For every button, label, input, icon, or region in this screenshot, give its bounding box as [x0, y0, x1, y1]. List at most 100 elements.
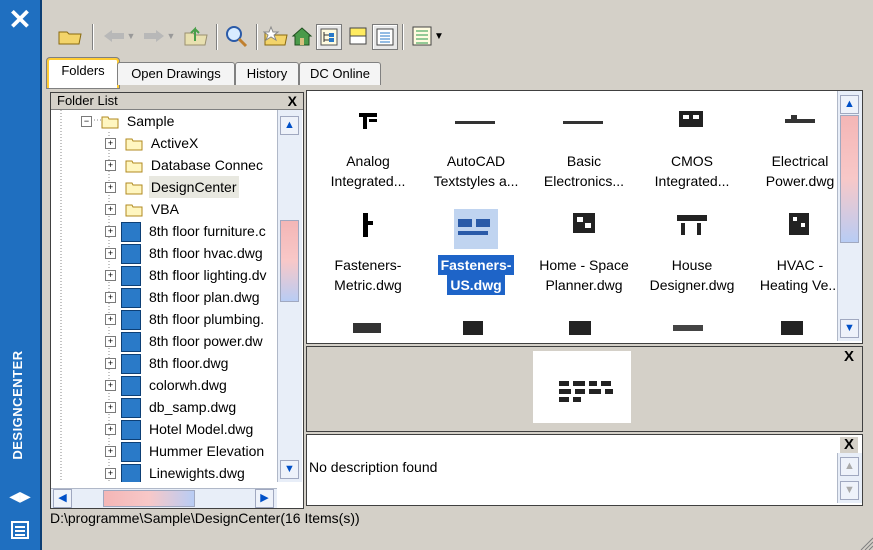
scroll-left-icon[interactable]: ◀ [53, 489, 72, 508]
expand-icon[interactable]: + [105, 424, 116, 435]
tree-view-toggle-icon[interactable] [316, 24, 342, 50]
tree-horizontal-scrollbar[interactable]: ◀ ▶ [51, 488, 277, 508]
drawing-thumbnail [441, 105, 511, 145]
tab-dc-online[interactable]: DC Online [299, 62, 381, 85]
palette-item[interactable]: Fasteners- Metric.dwg [313, 209, 423, 295]
favorites-icon[interactable] [262, 22, 290, 50]
drawing-thumbnail [549, 105, 619, 145]
tab-open-drawings[interactable]: Open Drawings [117, 62, 235, 85]
properties-menu-icon[interactable] [10, 520, 30, 540]
scroll-thumb[interactable] [280, 220, 299, 302]
expand-icon[interactable]: + [105, 292, 116, 303]
expand-icon[interactable]: + [105, 204, 116, 215]
drawing-file-icon [121, 288, 141, 309]
tree-node-designcenter[interactable]: + DesignCenter [105, 176, 239, 198]
scroll-right-icon[interactable]: ▶ [255, 489, 274, 508]
tab-folders[interactable]: Folders [47, 58, 119, 88]
palette-item-selected[interactable]: Fasteners- US.dwg [421, 209, 531, 295]
folder-tree: − Sample + ActiveX + Database Connec + D… [51, 110, 277, 482]
description-close-button[interactable]: X [840, 437, 858, 453]
expand-icon[interactable]: + [105, 380, 116, 391]
drawing-thumbnail [765, 105, 835, 145]
tree-node-dwg[interactable]: +8th floor hvac.dwg [105, 242, 265, 265]
description-toggle-icon[interactable] [372, 24, 398, 50]
drawing-file-icon [121, 244, 141, 265]
tree-node-dwg[interactable]: +8th floor plumbing. [105, 308, 266, 331]
expand-icon[interactable]: + [105, 336, 116, 347]
home-icon[interactable] [288, 22, 316, 50]
drawing-file-icon [121, 354, 141, 375]
tree-node-sample[interactable]: − Sample [81, 110, 176, 132]
preview-toggle-icon[interactable] [344, 22, 372, 50]
tree-node-dwg[interactable]: + db_samp.dwg [105, 396, 238, 419]
palette-item[interactable]: Analog Integrated... [313, 105, 423, 191]
drawing-thumbnail [765, 209, 835, 249]
folder-icon [125, 182, 143, 195]
expand-icon[interactable]: + [105, 468, 116, 479]
expand-icon[interactable]: + [105, 402, 116, 413]
forward-dropdown-icon[interactable]: ▼ [164, 22, 178, 50]
up-folder-icon[interactable] [182, 22, 210, 50]
tree-node-dwg[interactable]: + Hotel Model.dwg [105, 418, 255, 441]
folder-icon [125, 138, 143, 151]
tree-node-vba[interactable]: + VBA [105, 198, 181, 220]
tree-node-dwg[interactable]: +8th floor plan.dwg [105, 286, 262, 309]
palette-item[interactable]: AutoCAD Textstyles a... [421, 105, 531, 191]
tree-node-dwg[interactable]: +8th floor furniture.c [105, 220, 268, 243]
preview-close-button[interactable]: X [840, 349, 858, 365]
content-palette: Analog Integrated... AutoCAD Textstyles a.… [306, 90, 863, 344]
drawing-file-icon [121, 464, 141, 482]
description-scrollbar[interactable]: ▲ ▼ [837, 453, 862, 503]
collapse-icon[interactable]: − [81, 116, 92, 127]
tree-node-dwg[interactable]: +8th floor.dwg [105, 352, 230, 375]
description-pane: X No description found ▲ ▼ [306, 434, 863, 506]
scroll-up-icon[interactable]: ▲ [840, 457, 859, 476]
tree-node-activex[interactable]: + ActiveX [105, 132, 200, 154]
folder-list-close-button[interactable]: X [288, 93, 297, 109]
scroll-thumb-horizontal[interactable] [103, 490, 195, 507]
scroll-down-icon[interactable]: ▼ [840, 481, 859, 500]
drawing-thumbnail [657, 105, 727, 145]
scroll-thumb[interactable] [840, 115, 859, 243]
scroll-down-icon[interactable]: ▼ [840, 319, 859, 338]
scroll-up-icon[interactable]: ▲ [840, 95, 859, 114]
palette-item[interactable]: Basic Electronics... [529, 105, 639, 191]
scroll-up-icon[interactable]: ▲ [280, 116, 299, 135]
expand-icon[interactable]: + [105, 226, 116, 237]
palette-vertical-scrollbar[interactable]: ▲ ▼ [837, 91, 862, 341]
autohide-arrows-icon[interactable]: ◀▶ [8, 488, 32, 504]
tree-node-dwg[interactable]: + colorwh.dwg [105, 374, 229, 397]
expand-icon[interactable]: + [105, 138, 116, 149]
preview-image [533, 351, 631, 423]
views-dropdown-icon[interactable]: ▼ [432, 22, 446, 50]
expand-icon[interactable]: + [105, 314, 116, 325]
tree-node-database-connec[interactable]: + Database Connec [105, 154, 265, 176]
search-icon[interactable] [222, 22, 250, 50]
load-folder-icon[interactable] [56, 22, 84, 50]
expand-icon[interactable]: + [105, 270, 116, 281]
expand-icon[interactable]: + [105, 160, 116, 171]
resize-grip-icon[interactable] [859, 536, 873, 550]
tree-vertical-scrollbar[interactable]: ▲ ▼ [277, 110, 302, 482]
designcenter-sidebar: ✕ DESIGNCENTER ◀▶ [0, 0, 42, 550]
expand-icon[interactable]: + [105, 182, 116, 193]
expand-icon[interactable]: + [105, 446, 116, 457]
palette-row-partial [307, 313, 837, 341]
tree-node-dwg[interactable]: +8th floor lighting.dv [105, 264, 269, 287]
back-dropdown-icon[interactable]: ▼ [124, 22, 138, 50]
palette-item[interactable]: Home - Space Planner.dwg [529, 209, 639, 295]
tab-strip: Folders Open Drawings History DC Online [47, 56, 447, 88]
drawing-file-icon [121, 332, 141, 353]
vertical-title: DESIGNCENTER [10, 350, 25, 460]
expand-icon[interactable]: + [105, 248, 116, 259]
tree-node-dwg[interactable]: +8th floor power.dw [105, 330, 265, 353]
tree-node-dwg[interactable]: + Linewights.dwg [105, 462, 247, 482]
scroll-down-icon[interactable]: ▼ [280, 460, 299, 479]
palette-item[interactable]: House Designer.dwg [637, 209, 747, 295]
tab-history[interactable]: History [235, 62, 299, 85]
tree-node-dwg[interactable]: + Hummer Elevation [105, 440, 266, 463]
close-icon[interactable]: ✕ [6, 6, 34, 34]
drawing-thumbnail [454, 209, 498, 249]
palette-item[interactable]: CMOS Integrated... [637, 105, 747, 191]
expand-icon[interactable]: + [105, 358, 116, 369]
